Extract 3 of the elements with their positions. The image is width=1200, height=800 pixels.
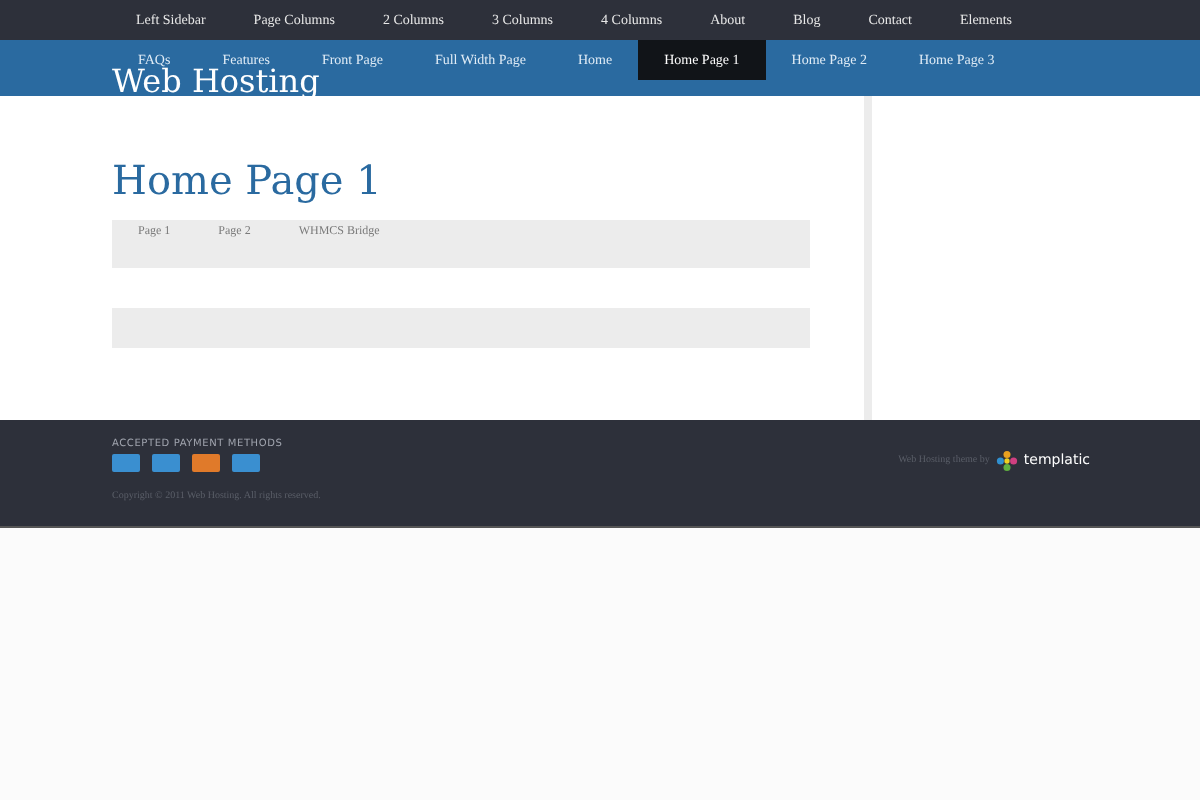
page-title: Home Page 1 bbox=[112, 156, 384, 204]
site-title[interactable]: Web Hosting bbox=[112, 66, 320, 98]
star-logo-icon bbox=[995, 449, 1018, 471]
